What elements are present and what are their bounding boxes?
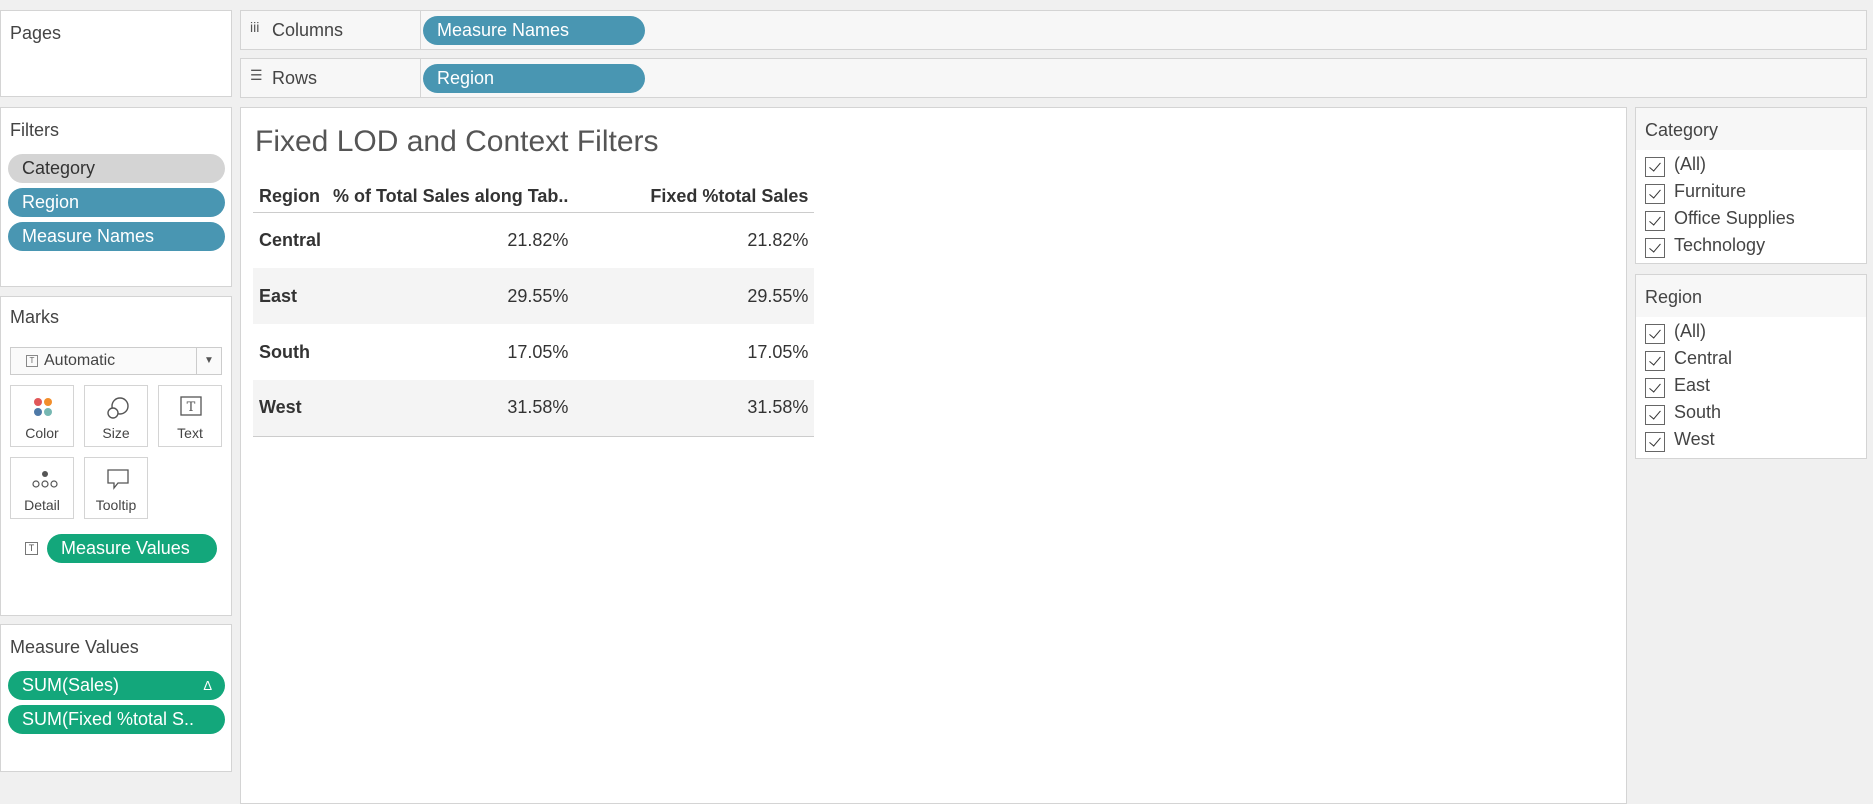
filters-title: Filters <box>10 120 59 140</box>
cell-pct-total[interactable]: 17.05% <box>327 324 574 380</box>
cell-fixed-pct[interactable]: 31.58% <box>574 380 815 437</box>
svg-text:T: T <box>187 400 196 415</box>
measure-pill-sum-sales[interactable]: SUM(Sales) Δ <box>8 671 225 700</box>
table-row[interactable]: West 31.58% 31.58% <box>253 380 815 437</box>
cell-pct-total[interactable]: 29.55% <box>327 268 575 324</box>
table-row[interactable]: East 29.55% 29.55% <box>253 268 815 324</box>
detail-icon <box>32 471 58 488</box>
detail-button[interactable]: Detail <box>10 457 74 519</box>
region-filter-title: Region <box>1645 287 1703 307</box>
mark-type-label: Automatic <box>44 352 116 369</box>
measure-pill-sum-fixed-total[interactable]: SUM(Fixed %total S.. <box>8 705 225 734</box>
crosstab-table[interactable]: Region % of Total Sales along Tab.. Fixe… <box>253 182 815 437</box>
checkbox[interactable] <box>1645 405 1665 425</box>
checkbox[interactable] <box>1645 211 1665 231</box>
color-icon <box>34 398 52 416</box>
checkbox[interactable] <box>1645 184 1665 204</box>
table-row[interactable]: Central 21.82% 21.82% <box>253 212 814 268</box>
size-button[interactable]: Size <box>84 385 148 447</box>
row-header-region[interactable]: West <box>253 380 328 437</box>
checkbox[interactable] <box>1645 238 1665 258</box>
rows-shelf-label: ☰ Rows <box>241 59 421 97</box>
category-filter-card[interactable]: Category (All) Furniture Office Supplies… <box>1635 107 1867 264</box>
filters-card[interactable]: Filters Category Region Measure Names <box>0 107 232 287</box>
cell-fixed-pct[interactable]: 29.55% <box>574 268 815 324</box>
marks-title: Marks <box>10 307 59 327</box>
filter-pill-region[interactable]: Region <box>8 188 225 217</box>
row-header-region[interactable]: South <box>253 324 327 380</box>
text-button[interactable]: T Text <box>158 385 222 447</box>
marks-pill-measure-values[interactable]: Measure Values <box>47 534 217 563</box>
color-button[interactable]: Color <box>10 385 74 447</box>
header-fixed-pct-total-sales[interactable]: Fixed %total Sales <box>574 182 815 213</box>
row-header-region[interactable]: East <box>253 268 328 324</box>
measure-values-title: Measure Values <box>10 637 139 657</box>
columns-shelf[interactable]: iii Columns Measure Names <box>240 10 1867 50</box>
row-header-region[interactable]: Central <box>253 212 327 268</box>
rows-icon: ☰ <box>250 67 263 83</box>
header-pct-total-sales[interactable]: % of Total Sales along Tab.. <box>327 182 575 213</box>
checkbox[interactable] <box>1645 157 1665 177</box>
table-row[interactable]: South 17.05% 17.05% <box>253 324 814 380</box>
cell-fixed-pct[interactable]: 17.05% <box>574 324 814 380</box>
region-filter-card[interactable]: Region (All) Central East South West <box>1635 274 1867 459</box>
filter-pill-category[interactable]: Category <box>8 154 225 183</box>
size-icon <box>107 397 129 419</box>
pages-card[interactable]: Pages <box>0 10 232 97</box>
mark-type-icon: T <box>26 355 38 367</box>
rows-shelf[interactable]: ☰ Rows Region <box>240 58 1867 98</box>
cell-pct-total[interactable]: 31.58% <box>327 380 575 437</box>
measure-values-card[interactable]: Measure Values SUM(Sales) Δ SUM(Fixed %t… <box>0 624 232 772</box>
rows-pill-region[interactable]: Region <box>423 64 645 93</box>
category-filter-title: Category <box>1645 120 1719 140</box>
cell-pct-total[interactable]: 21.82% <box>327 212 574 268</box>
cell-fixed-pct[interactable]: 21.82% <box>574 212 814 268</box>
delta-icon: Δ <box>203 678 212 693</box>
checkbox[interactable] <box>1645 351 1665 371</box>
columns-shelf-label: iii Columns <box>241 11 421 49</box>
checkbox[interactable] <box>1645 432 1665 452</box>
marks-card[interactable]: Marks T Automatic ▼ Color Size T Text De… <box>0 296 232 616</box>
checkbox[interactable] <box>1645 378 1665 398</box>
text-icon: T <box>180 396 202 416</box>
checkbox[interactable] <box>1645 324 1665 344</box>
view-title: Fixed LOD and Context Filters <box>255 125 659 158</box>
columns-pill-measure-names[interactable]: Measure Names <box>423 16 645 45</box>
tooltip-button[interactable]: Tooltip <box>84 457 148 519</box>
text-encoding-icon: T <box>25 542 38 555</box>
tooltip-icon <box>107 469 129 490</box>
mark-type-dropdown[interactable]: T Automatic ▼ <box>10 347 222 375</box>
region-filter-header: Region <box>1636 275 1866 317</box>
chevron-down-icon[interactable]: ▼ <box>196 348 221 374</box>
pages-title: Pages <box>10 23 62 43</box>
category-filter-header: Category <box>1636 108 1866 150</box>
filter-pill-measure-names[interactable]: Measure Names <box>8 222 225 251</box>
columns-icon: iii <box>250 19 260 35</box>
header-region[interactable]: Region <box>253 182 328 213</box>
